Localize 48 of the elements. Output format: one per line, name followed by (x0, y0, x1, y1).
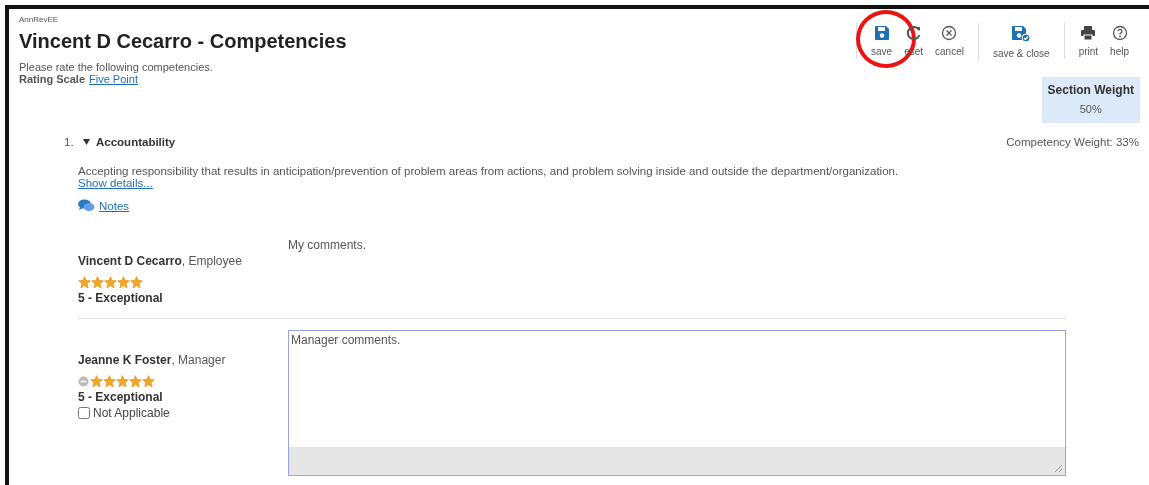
printer-icon (1080, 25, 1097, 41)
save-close-button[interactable]: save & close (988, 23, 1054, 61)
star-icon (129, 375, 142, 388)
rating-label: 5 - Exceptional (78, 291, 164, 305)
competency-name: Accountability (96, 136, 176, 148)
star-rating[interactable] (90, 375, 155, 388)
rating-label: 5 - Exceptional (78, 390, 164, 404)
item-number: 1. (64, 136, 75, 148)
page-title: Vincent D Cecarro - Competencies (19, 30, 347, 53)
notes-link[interactable]: Notes (99, 199, 130, 212)
star-icon (104, 276, 117, 289)
section-weight-value: 50% (1078, 103, 1103, 115)
star-icon (91, 276, 104, 289)
show-details-link[interactable]: Show details... (78, 177, 153, 189)
competency-description: Accepting responsibility that results in anticipation/prevention of problem areas from actions, and problem solving inside and outside the department/organization. (78, 165, 900, 177)
cancel-button[interactable]: cancel (931, 23, 968, 59)
section-weight-label: Section Weight (1047, 83, 1134, 97)
comment-textarea[interactable]: Manager comments. (288, 330, 1066, 476)
rating-scale-label: Rating Scale (19, 73, 86, 85)
star-icon (130, 276, 143, 289)
help-icon (1111, 25, 1128, 41)
star-icon (117, 276, 130, 289)
reviewer-name: Vincent D Cecarro, Employee (78, 254, 243, 268)
comment-text: My comments. (288, 238, 366, 252)
star-icon (142, 375, 155, 388)
caret-icon (82, 139, 90, 145)
cancel-icon (941, 25, 958, 41)
not-applicable-checkbox[interactable] (78, 407, 90, 419)
help-button[interactable]: help (1106, 23, 1133, 59)
speech-bubbles-icon (78, 199, 95, 212)
refresh-icon (905, 25, 922, 41)
instructions-text: Please rate the following competencies. (19, 61, 214, 73)
star-icon (78, 276, 91, 289)
resize-grip-icon[interactable] (1054, 464, 1062, 472)
rating-scale-link[interactable]: Five Point (89, 73, 138, 85)
star-icon (103, 375, 116, 388)
app-label: AnnRevEE (19, 15, 60, 24)
star-rating[interactable] (78, 276, 143, 289)
competency-weight: Competency Weight: 33% (1006, 136, 1139, 148)
save-check-icon (1011, 25, 1032, 43)
star-icon (90, 375, 103, 388)
star-icon (116, 375, 129, 388)
save-button[interactable]: save (867, 23, 897, 59)
clear-rating-icon[interactable] (78, 376, 89, 387)
save-icon (873, 25, 890, 41)
checkbox-label: Not Applicable (93, 406, 170, 420)
reviewer-name: Jeanne K Foster, Manager (78, 353, 227, 367)
print-button[interactable]: print (1074, 23, 1103, 59)
